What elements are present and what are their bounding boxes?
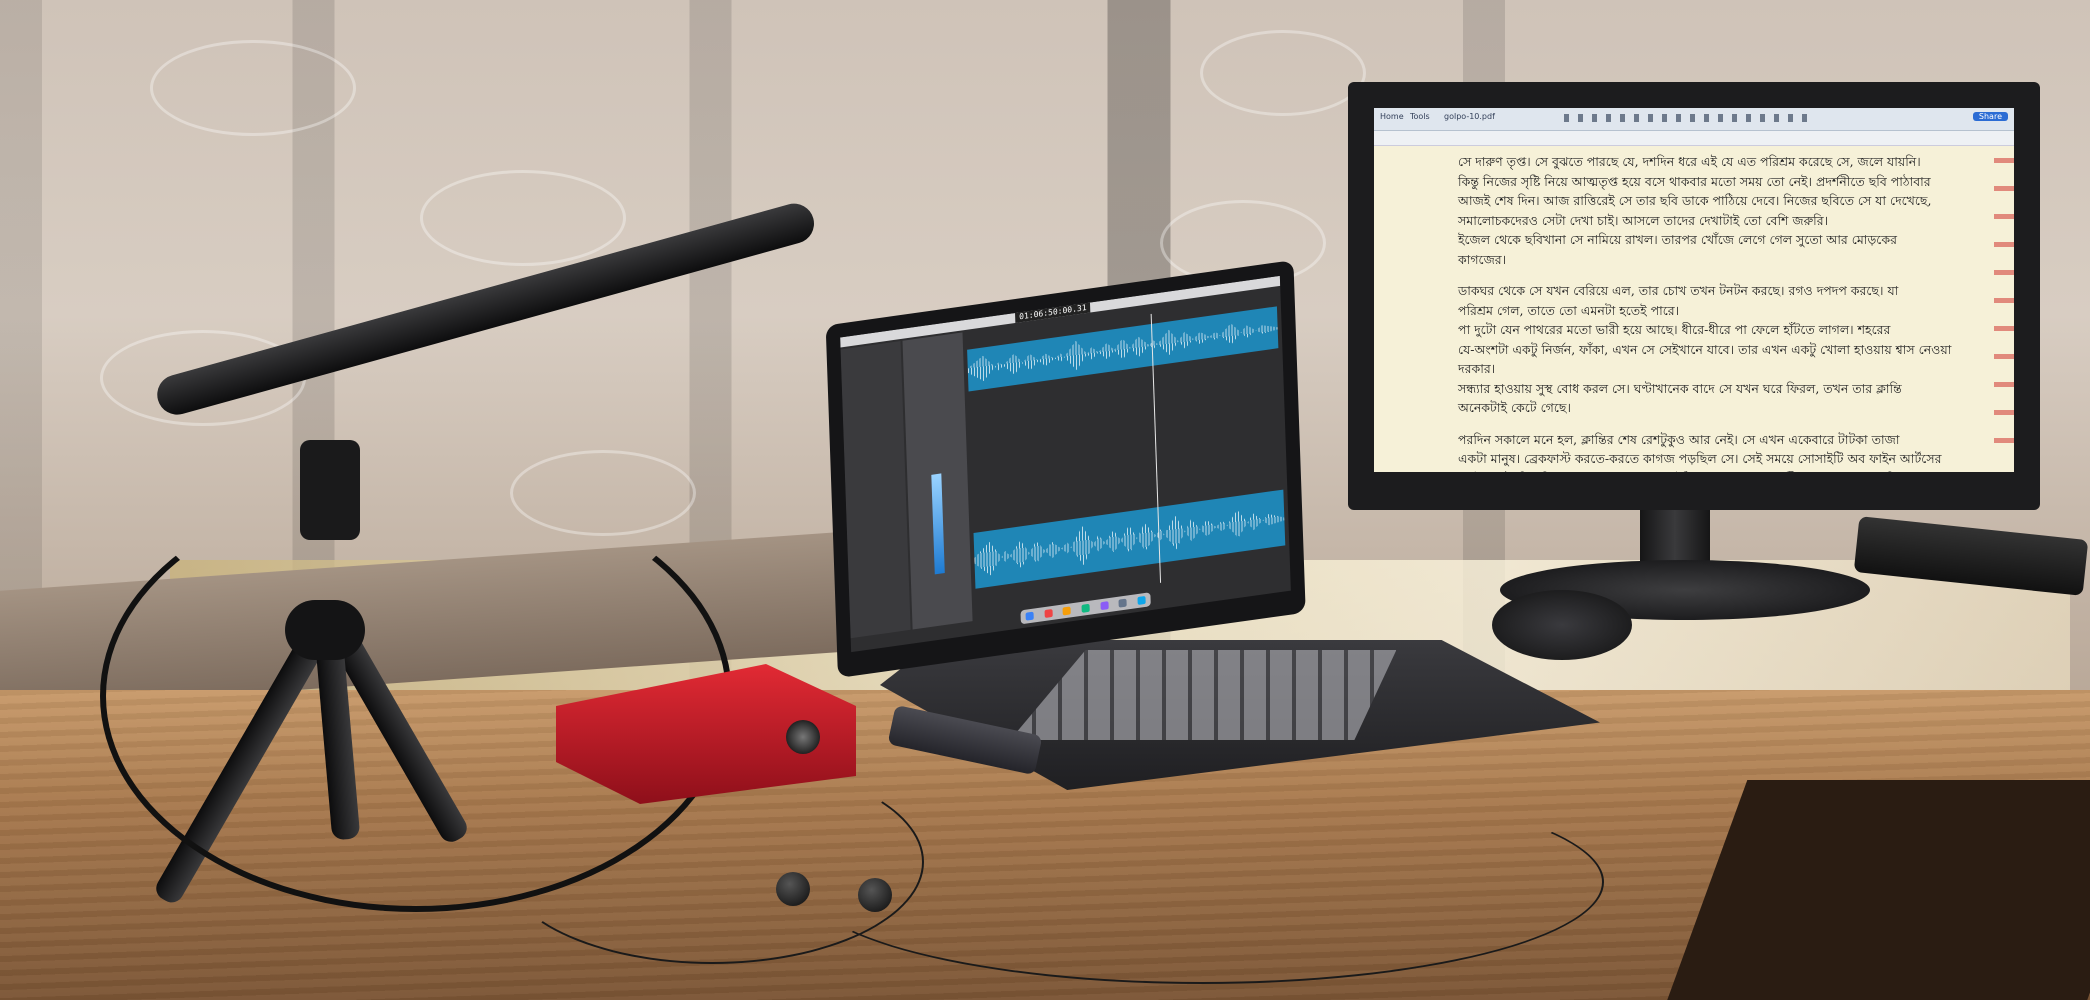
dock-app-icon [1100,601,1109,611]
tab-tools[interactable]: Tools [1410,112,1430,121]
document-line: সন্ধ্যার হাওয়ায় সুস্থ বোধ করল সে। ঘণ্ট… [1458,380,1902,396]
earbud-cable [800,780,1604,984]
daw-timecode: 01:06:50:00.31 [1015,302,1091,323]
document-line: ডাকঘর থেকে সে যখন বেরিয়ে এল, তার চোখ তখ… [1458,283,1899,298]
laptop-lid: 01:06:50:00.31 [825,260,1306,678]
toolbar-icons [1564,114,1814,122]
curtain-flower-motif [420,170,626,266]
document-line: পা দুটো যেন পাথরের মতো ভারী হয়ে আছে। ধী… [1458,322,1891,337]
share-button[interactable]: Share [1972,112,2008,121]
waveform [974,490,1286,589]
monitor: Home Tools golpo-10.pdf Share সে দারুণ ত… [1348,82,2040,510]
document-line: পরিশ্রম গেল, তাতে তো এমনটা হতেই পারে। [1458,302,1680,318]
document-text: সে দারুণ তৃপ্ত। সে বুঝতে পারছে যে, দশদিন… [1458,152,1998,472]
document-line: পরদিন সকালে মনে হল, ক্লান্তির শেষ রেশটুক… [1458,431,1900,447]
dock-app-icon [1118,598,1127,608]
document-line: অনেকটাই কেটে গেছে। [1458,400,1571,415]
document-line: কাগজের। [1458,251,1507,267]
dock-app-icon [1081,603,1090,613]
document-line: সে দারুণ তৃপ্ত। সে বুঝতে পারছে যে, দশদিন… [1458,154,1921,169]
interface-knob [786,720,820,754]
document-line: আজই শেষ দিন। আজ রাত্তিরেই সে তার ছবি ডাক… [1458,193,1932,208]
audio-track [973,489,1286,589]
document-line: যে-অংশটা একটু নির্জন, ফাঁকা, এখন সে সেইখ… [1458,341,1952,357]
document-line: ছোট্ট একটা বিজ্ঞপ্তি তার চোখে পড়ে। সোসা… [1458,469,1998,473]
daw-library-panel [840,341,911,639]
computer-mouse [1492,590,1632,660]
document-line: কিন্তু নিজের সৃষ্টি নিয়ে আত্মতৃপ্ত হয়ে… [1458,173,1931,189]
document-line: একটা মানুষ। ব্রেকফাস্ট করতে-করতে কাগজ পড… [1458,451,1942,466]
pdf-subtoolbar [1374,131,2014,146]
dock-app-icon [1044,608,1053,619]
document-line: ইজেল থেকে ছবিখানা সে নামিয়ে রাখল। তারপর… [1458,232,1897,247]
monitor-screen: Home Tools golpo-10.pdf Share সে দারুণ ত… [1374,108,2014,472]
tab-document[interactable]: golpo-10.pdf [1444,112,1495,121]
interface-cable [500,760,924,964]
dock-app-icon [1062,606,1072,616]
laptop-screen: 01:06:50:00.31 [840,275,1291,653]
tab-home[interactable]: Home [1380,112,1404,121]
dock-app-icon [1137,595,1146,606]
mac-dock [1020,592,1151,625]
curtain-flower-motif [1200,30,1366,116]
document-line: সমালোচকদেরও সেটা দেখা চাই। আসলে তাদের দে… [1458,212,1829,228]
dock-app-icon [1025,611,1035,621]
desk-scene: 01:06:50:00.31 Home Tools golpo-10.pdf S… [0,0,2090,1000]
pdf-toolbar: Home Tools golpo-10.pdf Share [1374,108,2014,131]
document-line: দরকার। [1458,361,1496,376]
curtain-flower-motif [150,40,356,136]
